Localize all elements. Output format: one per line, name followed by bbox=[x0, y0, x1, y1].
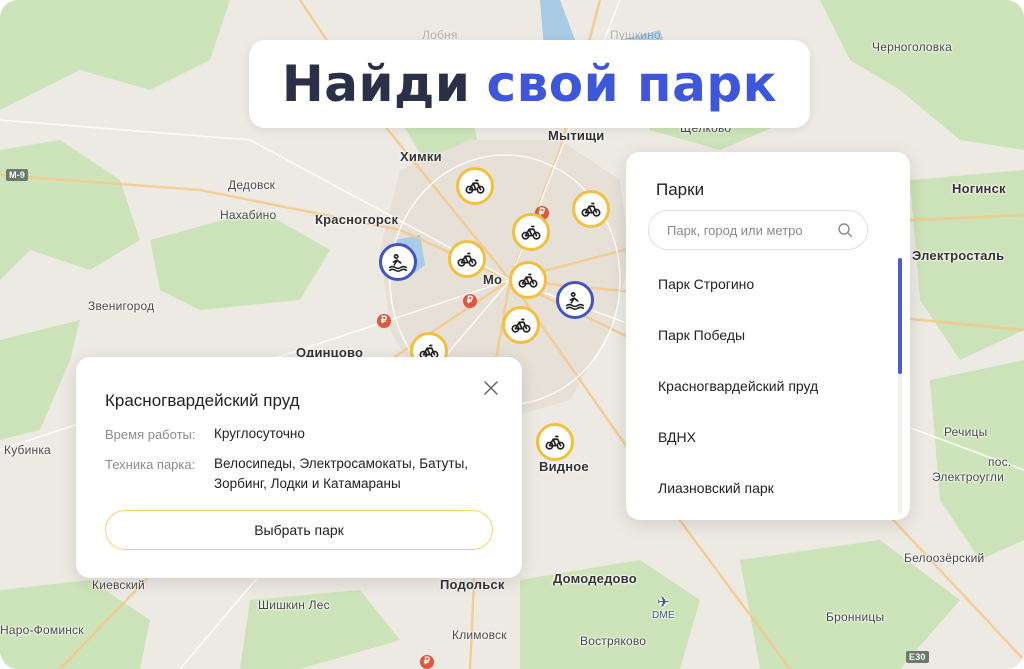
park-marker-bike[interactable] bbox=[536, 423, 574, 461]
headline-banner: Найди свой парк bbox=[249, 40, 810, 128]
map-label: Звенигород bbox=[88, 299, 155, 313]
bicycle-icon bbox=[511, 318, 531, 333]
water-activity-icon bbox=[565, 292, 585, 310]
scrollbar-thumb[interactable] bbox=[898, 258, 902, 374]
map-label: Черноголовка bbox=[872, 40, 952, 54]
airport-code: DME bbox=[652, 610, 675, 621]
close-icon[interactable] bbox=[484, 381, 498, 395]
bicycle-icon bbox=[518, 273, 538, 288]
hours-value: Круглосуточно bbox=[214, 426, 305, 441]
map-label: Киевский bbox=[92, 578, 145, 592]
map-screen: Черноголовка Химки Мытищи Щёлково Дедовс… bbox=[0, 0, 1024, 669]
park-list-item[interactable]: Парк Победы bbox=[626, 309, 896, 360]
metro-ruble-icon: ₽ bbox=[420, 655, 434, 669]
park-marker-bike[interactable] bbox=[456, 167, 494, 205]
map-label: Мытищи bbox=[548, 128, 605, 143]
choose-park-button[interactable]: Выбрать парк bbox=[105, 510, 493, 550]
headline-part-2: свой парк bbox=[486, 55, 778, 113]
search-box[interactable] bbox=[648, 210, 868, 250]
parks-panel-title: Парки bbox=[656, 180, 705, 199]
road-sign: Е30 bbox=[906, 651, 929, 663]
map-label: Ногинск bbox=[952, 181, 1006, 196]
map-label: Речицы bbox=[944, 425, 988, 439]
park-marker-bike[interactable] bbox=[502, 306, 540, 344]
bicycle-icon bbox=[465, 179, 485, 194]
equipment-value: Велосипеды, Электросамокаты, Батуты, Зор… bbox=[214, 456, 469, 491]
map-label: Электроугли bbox=[932, 470, 1005, 484]
park-marker-water[interactable] bbox=[556, 281, 594, 319]
scrollbar-track[interactable] bbox=[898, 258, 902, 514]
park-marker-bike[interactable] bbox=[448, 240, 486, 278]
map-label: Кубинка bbox=[4, 443, 51, 457]
water-activity-icon bbox=[388, 254, 408, 272]
headline-part-1: Найди bbox=[281, 55, 471, 113]
park-marker-bike[interactable] bbox=[512, 213, 550, 251]
map-label: Бронницы bbox=[826, 610, 885, 624]
bicycle-icon bbox=[545, 435, 565, 450]
search-input[interactable] bbox=[667, 222, 827, 238]
airplane-icon: ✈ bbox=[657, 594, 670, 611]
map-label: пос. bbox=[988, 455, 1012, 469]
metro-ruble-icon: ₽ bbox=[377, 314, 391, 328]
map-label: Наро-Фоминск bbox=[0, 623, 84, 637]
bicycle-icon bbox=[521, 225, 541, 240]
bicycle-icon bbox=[457, 252, 477, 267]
map-label: Видное bbox=[539, 459, 589, 474]
park-marker-bike[interactable] bbox=[572, 190, 610, 228]
map-label: Шишкин Лес bbox=[258, 598, 330, 612]
map-label: Домодедово bbox=[553, 571, 637, 586]
hours-label: Время работы: bbox=[105, 427, 196, 442]
map-label: Подольск bbox=[440, 577, 505, 592]
search-icon[interactable] bbox=[837, 222, 853, 238]
park-list-item[interactable]: ВДНХ bbox=[626, 411, 896, 462]
park-info-title: Красногвардейский пруд bbox=[105, 391, 300, 410]
map-label: Электросталь bbox=[912, 248, 1005, 263]
park-marker-water[interactable] bbox=[379, 243, 417, 281]
map-label: Дедовск bbox=[228, 178, 276, 192]
parks-panel: Парки Парк Строгино Парк Победы Красногв… bbox=[626, 152, 910, 520]
map-label: Мо bbox=[483, 272, 503, 287]
equipment-label: Техника парка: bbox=[105, 457, 196, 472]
park-list-item[interactable]: Лиазновский парк bbox=[626, 462, 896, 513]
metro-ruble-icon: ₽ bbox=[463, 294, 477, 308]
park-list-item[interactable]: Парк Строгино bbox=[626, 258, 896, 309]
map-label: Белоозёрский bbox=[904, 551, 985, 565]
bicycle-icon bbox=[581, 202, 601, 217]
map-label: Климовск bbox=[452, 628, 507, 642]
park-marker-bike[interactable] bbox=[509, 261, 547, 299]
airport-marker: ✈ DME bbox=[652, 594, 675, 621]
map-label: Востряково bbox=[580, 634, 647, 648]
park-list: Парк Строгино Парк Победы Красногвардейс… bbox=[626, 258, 896, 513]
park-info-card: Красногвардейский пруд Время работы: Кру… bbox=[76, 357, 522, 578]
close-button[interactable] bbox=[480, 377, 502, 399]
map-label: Химки bbox=[400, 149, 442, 164]
park-list-item[interactable]: Красногвардейский пруд bbox=[626, 360, 896, 411]
road-sign: М-9 bbox=[6, 169, 29, 181]
map-label: Нахабино bbox=[220, 208, 277, 222]
map-label: Красногорск bbox=[315, 212, 399, 227]
